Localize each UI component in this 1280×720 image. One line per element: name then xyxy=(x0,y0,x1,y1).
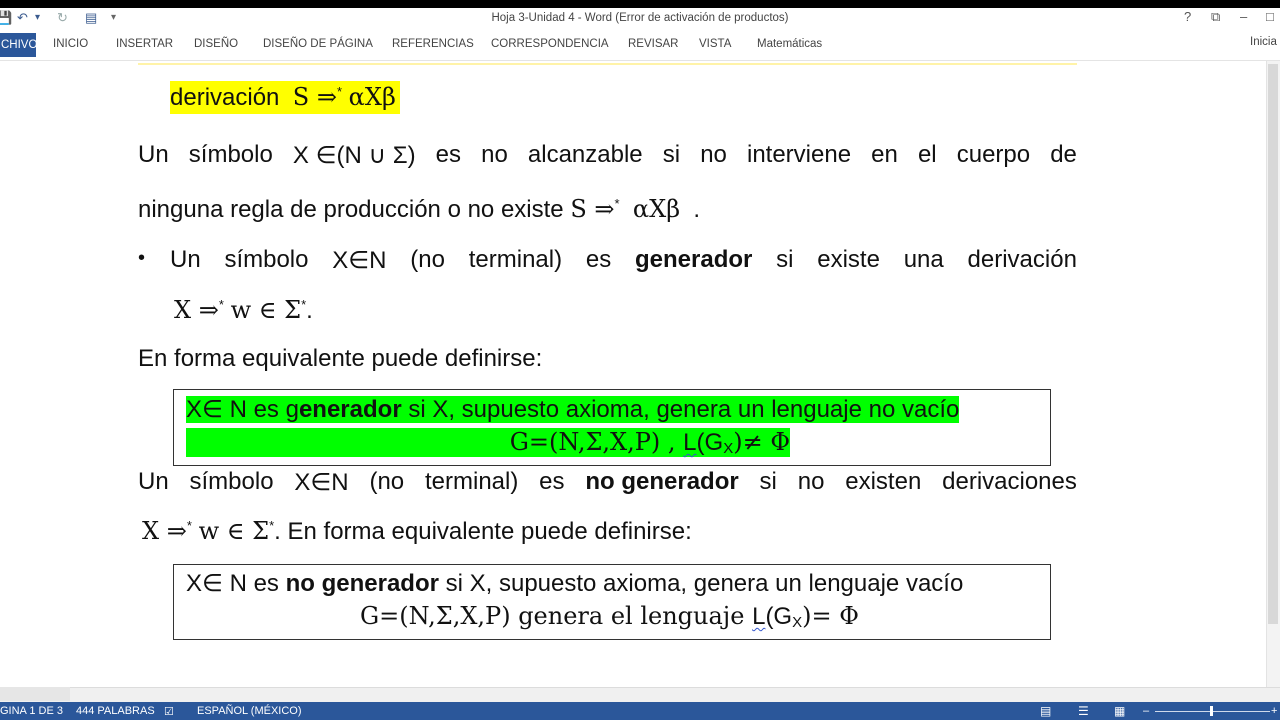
window-title: Hoja 3-Unidad 4 - Word (Error de activac… xyxy=(491,12,789,24)
help-icon[interactable]: ? xyxy=(1184,9,1191,24)
tab-referencias[interactable]: REFERENCIAS xyxy=(392,38,474,50)
yellow-highlight: derivación S ⇒* αXβ xyxy=(170,81,400,114)
derivation-line: derivación S ⇒* αXβ xyxy=(170,81,400,114)
box1-line1: X∈ N es generador si X, supuesto axioma,… xyxy=(186,396,960,423)
word-count[interactable]: 444 PALABRAS xyxy=(76,705,155,717)
box2-line1: X∈ N es no generador si X, supuesto axio… xyxy=(186,570,964,597)
page-count[interactable]: GINA 1 DE 3 xyxy=(0,705,63,717)
language-indicator[interactable]: ESPAÑOL (MÉXICO) xyxy=(197,705,302,717)
sign-in-link[interactable]: Inicia xyxy=(1250,36,1277,48)
proofing-icon[interactable]: ☑ xyxy=(164,705,174,718)
minimize-icon[interactable]: – xyxy=(1240,9,1247,24)
top-strip xyxy=(0,0,1280,8)
paragraph-equivalente: En forma equivalente puede definirse: xyxy=(138,345,543,372)
vertical-scroll-thumb[interactable] xyxy=(1268,64,1278,624)
ribbon-display-icon[interactable]: ⧉ xyxy=(1211,9,1220,25)
read-mode-icon[interactable]: ▤ xyxy=(1040,704,1051,718)
horizontal-scroll-left[interactable] xyxy=(0,687,70,701)
ribbon-tabs: CHIVO INICIO INSERTAR DISEÑO DISEÑO DE P… xyxy=(0,30,1280,61)
web-layout-icon[interactable]: ▦ xyxy=(1114,704,1125,718)
tab-diseno-pagina[interactable]: DISEÑO DE PÁGINA xyxy=(263,38,373,50)
box2-line2: G=(N,Σ,X,P) genera el lenguaje L(GX)= Φ xyxy=(360,602,859,631)
tab-revisar[interactable]: REVISAR xyxy=(628,38,679,50)
zoom-in-button[interactable]: + xyxy=(1271,705,1277,717)
horizontal-scrollbar[interactable] xyxy=(0,687,1280,702)
paragraph-alcanzable-line2: ninguna regla de producción o no existe … xyxy=(138,195,701,223)
title-bar: 💾 ↶ ▾ ↻ ▤ ▾ Hoja 3-Unidad 4 - Word (Erro… xyxy=(0,8,1280,30)
tab-correspondencia[interactable]: CORRESPONDENCIA xyxy=(491,38,609,50)
tab-insertar[interactable]: INSERTAR xyxy=(116,38,173,50)
zoom-out-button[interactable]: – xyxy=(1143,705,1149,717)
maximize-icon[interactable]: □ xyxy=(1266,9,1274,24)
paragraph-generador-line2: X ⇒* w ∈ Σ*. xyxy=(174,296,313,324)
tab-matematicas[interactable]: Matemáticas xyxy=(757,38,822,50)
box1-line2: G=(N,Σ,X,P) , L(GX)≠ Φ xyxy=(186,428,790,457)
status-bar: GINA 1 DE 3 444 PALABRAS ☑ ESPAÑOL (MÉXI… xyxy=(0,702,1280,720)
tab-diseno[interactable]: DISEÑO xyxy=(194,38,238,50)
zoom-slider-thumb[interactable] xyxy=(1210,706,1213,716)
tab-file[interactable]: CHIVO xyxy=(0,33,36,57)
paragraph-no-generador-line2: X ⇒* w ∈ Σ*. En forma equivalente puede … xyxy=(142,517,692,545)
paragraph-no-generador-line1: Un símbolo X∈N (no terminal) es no gener… xyxy=(138,468,1077,496)
paragraph-generador-line1: Un símbolo X∈N (no terminal) es generado… xyxy=(170,246,1077,274)
tab-inicio[interactable]: INICIO xyxy=(53,38,88,50)
header-divider xyxy=(138,63,1077,65)
paragraph-alcanzable-line1: Un símbolo X ∈(N ∪ Σ) es no alcanzable s… xyxy=(138,141,1077,169)
tab-vista[interactable]: VISTA xyxy=(699,38,731,50)
bullet-point: • xyxy=(138,247,146,269)
document-page[interactable]: derivación S ⇒* αXβ Un símbolo X ∈(N ∪ Σ… xyxy=(0,61,1266,687)
print-layout-icon[interactable]: ☰ xyxy=(1078,704,1089,718)
